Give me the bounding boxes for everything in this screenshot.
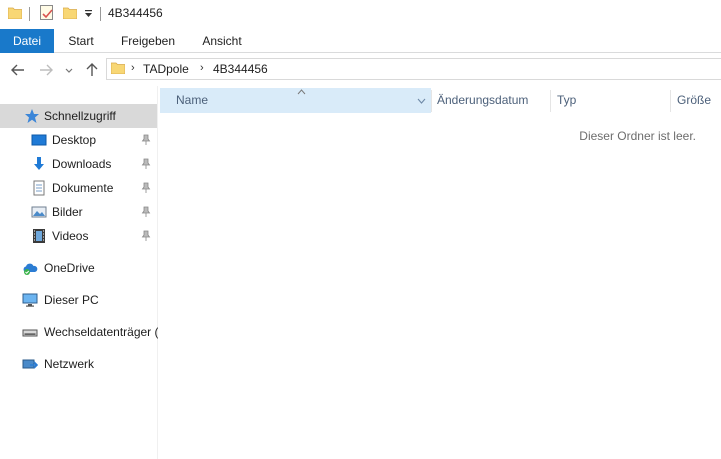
nav-item-removable-drive[interactable]: Wechseldatenträger (	[0, 320, 159, 344]
address-bar[interactable]: › TADpole › 4B344456	[106, 58, 721, 80]
ribbon-tabs: Datei Start Freigeben Ansicht	[0, 29, 721, 53]
star-icon	[25, 109, 39, 123]
new-folder-icon[interactable]	[63, 7, 77, 19]
forward-arrow-icon[interactable]	[38, 62, 54, 78]
tab-file[interactable]: Datei	[0, 29, 54, 53]
nav-item-label: OneDrive	[44, 261, 95, 275]
column-header-type[interactable]: Typ	[557, 88, 667, 113]
nav-item-videos[interactable]: Videos	[0, 224, 157, 248]
recent-locations-chevron-icon[interactable]	[64, 62, 74, 78]
videos-icon	[33, 229, 45, 243]
pin-icon[interactable]	[141, 182, 151, 194]
nav-item-desktop[interactable]: Desktop	[0, 128, 157, 152]
column-header-modified[interactable]: Änderungsdatum	[437, 88, 547, 113]
nav-item-label: Wechseldatenträger (	[44, 325, 159, 339]
folder-icon	[8, 7, 22, 19]
pin-icon[interactable]	[141, 206, 151, 218]
nav-item-quick-access[interactable]: Schnellzugriff	[0, 104, 157, 128]
nav-item-label: Dieser PC	[44, 293, 99, 307]
sort-ascending-icon	[297, 89, 306, 95]
nav-item-label: Schnellzugriff	[44, 109, 116, 123]
empty-folder-message: Dieser Ordner ist leer.	[579, 129, 696, 143]
separator	[29, 7, 30, 21]
nav-item-this-pc[interactable]: Dieser PC	[0, 288, 157, 312]
navigation-pane: Schnellzugriff Desktop Downloads Dokumen…	[0, 86, 159, 459]
column-header-size[interactable]: Größe	[677, 88, 721, 113]
column-filter-chevron-icon[interactable]	[417, 98, 426, 104]
nav-item-label: Dokumente	[52, 181, 114, 195]
network-icon	[22, 359, 38, 369]
breadcrumb-chevron-icon[interactable]: ›	[131, 62, 135, 74]
removable-drive-icon	[22, 329, 38, 337]
nav-item-label: Bilder	[52, 205, 83, 219]
pin-icon[interactable]	[141, 134, 151, 146]
column-divider[interactable]	[670, 90, 671, 112]
nav-item-pictures[interactable]: Bilder	[0, 200, 157, 224]
breadcrumb-chevron-icon[interactable]: ›	[200, 62, 204, 74]
nav-item-downloads[interactable]: Downloads	[0, 152, 157, 176]
nav-item-documents[interactable]: Dokumente	[0, 176, 157, 200]
download-icon	[34, 157, 44, 170]
nav-item-label: Netzwerk	[44, 357, 95, 371]
separator	[100, 7, 101, 21]
column-header-label: Name	[176, 93, 209, 107]
nav-item-label: Videos	[52, 229, 89, 243]
pin-icon[interactable]	[141, 158, 151, 170]
onedrive-icon	[23, 263, 38, 275]
title-bar: 4B344456	[0, 0, 721, 29]
pin-icon[interactable]	[141, 230, 151, 242]
up-arrow-icon[interactable]	[84, 62, 100, 78]
column-header-name[interactable]: Name	[160, 88, 431, 113]
tab-view[interactable]: Ansicht	[194, 29, 250, 53]
desktop-icon	[31, 134, 47, 146]
nav-item-network[interactable]: Netzwerk	[0, 352, 157, 376]
breadcrumb-item[interactable]: TADpole	[143, 62, 189, 76]
breadcrumb-item[interactable]: 4B344456	[213, 62, 268, 76]
computer-icon	[22, 293, 38, 307]
tab-share[interactable]: Freigeben	[114, 29, 182, 53]
column-divider[interactable]	[431, 90, 432, 112]
customize-toolbar-icon[interactable]	[84, 9, 93, 19]
nav-item-label: Desktop	[52, 133, 97, 147]
back-arrow-icon[interactable]	[10, 62, 26, 78]
nav-item-onedrive[interactable]: OneDrive	[0, 256, 157, 280]
document-icon	[33, 180, 45, 196]
window-title: 4B344456	[108, 6, 163, 20]
pictures-icon	[31, 206, 47, 218]
tab-start[interactable]: Start	[60, 29, 102, 53]
nav-item-label: Downloads	[52, 157, 112, 171]
file-list: Name Änderungsdatum Typ Größe Dieser Ord…	[158, 86, 721, 459]
folder-icon	[111, 62, 125, 74]
column-divider[interactable]	[550, 90, 551, 112]
properties-icon[interactable]	[40, 5, 53, 20]
